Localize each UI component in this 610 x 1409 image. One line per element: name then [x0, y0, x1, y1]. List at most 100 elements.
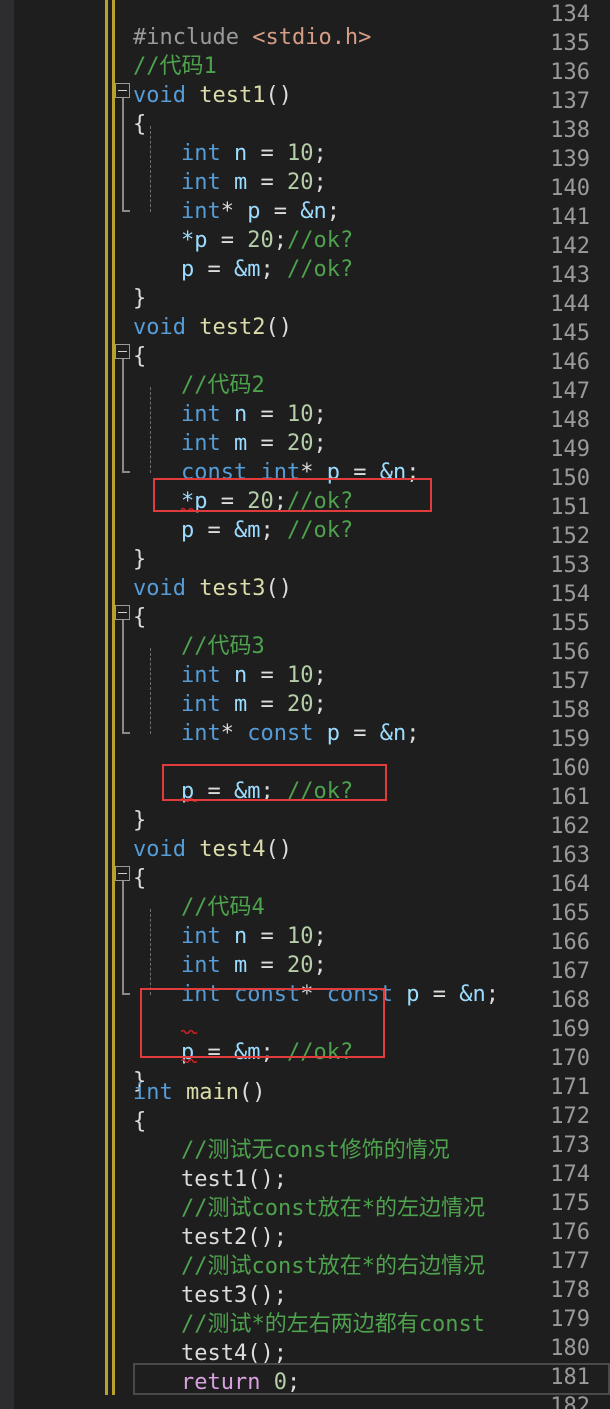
token-semicolon: ; — [326, 199, 340, 224]
token-function-call: test2 — [181, 1225, 248, 1250]
code-line-159[interactable]: int* const p = &n; — [133, 719, 419, 748]
code-line-172[interactable]: int main() — [133, 1078, 265, 1107]
token-variable: n — [220, 141, 261, 166]
token-keyword: void — [133, 83, 186, 108]
code-line-139[interactable]: int n = 10; — [133, 139, 327, 168]
token-variable: n — [220, 924, 261, 949]
code-line-165[interactable]: //代码4 — [133, 893, 265, 922]
code-line-146[interactable]: { — [133, 342, 146, 371]
code-line-163[interactable]: void test4() — [133, 835, 292, 864]
code-line-148[interactable]: int n = 10; — [133, 400, 327, 429]
token-function-name: test4 — [185, 837, 266, 862]
token-variable: m — [220, 953, 261, 978]
code-line-144[interactable]: } — [133, 284, 146, 313]
token-operator: = — [260, 402, 287, 427]
token-semicolon: ; — [260, 1040, 287, 1065]
token-comment: //ok? — [287, 779, 354, 804]
code-line-135[interactable]: #include <stdio.h> — [133, 23, 371, 52]
token-keyword: int — [181, 924, 221, 949]
code-line-155[interactable]: { — [133, 603, 146, 632]
code-line-150[interactable]: const int* p = &n; — [133, 458, 419, 487]
token-brace: { — [133, 605, 147, 630]
token-semicolon: ; — [260, 257, 287, 282]
token-semicolon: ; — [313, 431, 327, 456]
token-number: 0 — [273, 1370, 287, 1395]
token-function-name: test2 — [185, 315, 266, 340]
token-keyword: int — [181, 663, 221, 688]
token-operator: = — [273, 199, 301, 224]
token-comment: //代码2 — [181, 373, 265, 398]
token-parens: () — [265, 837, 292, 862]
token-operator: = — [260, 692, 287, 717]
token-deref: *p — [181, 228, 221, 253]
code-line-145[interactable]: void test2() — [133, 313, 292, 342]
token-number: 20 — [287, 170, 314, 195]
token-keyword-const: const — [326, 982, 407, 1007]
token-semicolon: ; — [273, 1225, 287, 1250]
token-semicolon: ; — [286, 1370, 301, 1395]
code-line-174[interactable]: //测试无const修饰的情况 — [133, 1136, 450, 1165]
token-semicolon: ; — [273, 1167, 287, 1192]
code-line-142[interactable]: *p = 20;//ok? — [133, 226, 353, 255]
code-line-167[interactable]: int m = 20; — [133, 951, 327, 980]
token-include-header: <stdio.h> — [252, 25, 372, 50]
code-line-180[interactable]: //测试*的左右两边都有const — [133, 1310, 485, 1339]
code-line-138[interactable]: { — [133, 110, 146, 139]
token-parens: () — [247, 1283, 274, 1308]
code-line-156[interactable]: //代码3 — [133, 632, 265, 661]
code-line-182[interactable]: return 0; — [133, 1368, 300, 1397]
token-semicolon: ; — [313, 141, 327, 166]
code-line-161[interactable]: p = &m; //ok? — [133, 777, 353, 806]
code-text-layer[interactable]: #include <stdio.h> //代码1 void test1() { … — [0, 0, 610, 1409]
token-semicolon: ; — [313, 692, 327, 717]
token-pointer-star: * — [300, 460, 327, 485]
token-keyword: int — [181, 402, 221, 427]
code-line-158[interactable]: int m = 20; — [133, 690, 327, 719]
code-line-175[interactable]: test1(); — [133, 1165, 287, 1194]
token-comment: //ok? — [287, 228, 354, 253]
token-operator: = — [207, 257, 234, 282]
code-line-178[interactable]: //测试const放在*的右边情况 — [133, 1252, 485, 1281]
code-line-181[interactable]: test4(); — [133, 1339, 287, 1368]
token-operator: = — [353, 460, 380, 485]
code-line-140[interactable]: int m = 20; — [133, 168, 327, 197]
code-line-147[interactable]: //代码2 — [133, 371, 265, 400]
code-line-141[interactable]: int* p = &n; — [133, 197, 340, 226]
code-line-153[interactable]: } — [133, 545, 146, 574]
code-line-170[interactable]: p = &m; //ok? — [133, 1038, 353, 1067]
token-variable: m — [220, 692, 261, 717]
code-line-154[interactable]: void test3() — [133, 574, 292, 603]
code-line-162[interactable]: } — [133, 806, 146, 835]
token-semicolon: ; — [313, 953, 327, 978]
code-line-177[interactable]: test2(); — [133, 1223, 287, 1252]
token-semicolon: ; — [273, 1283, 287, 1308]
token-brace: { — [133, 112, 147, 137]
code-line-136[interactable]: //代码1 — [133, 52, 217, 81]
code-line-166[interactable]: int n = 10; — [133, 922, 327, 951]
token-brace: } — [133, 547, 147, 572]
code-line-137[interactable]: void test1() — [133, 81, 292, 110]
code-line-149[interactable]: int m = 20; — [133, 429, 327, 458]
token-address-of: &m — [234, 518, 261, 543]
code-line-152[interactable]: p = &m; //ok? — [133, 516, 353, 545]
token-parens: () — [238, 1080, 266, 1105]
code-line-151[interactable]: *p = 20;//ok? — [133, 487, 353, 516]
token-address-of: &n — [379, 460, 407, 485]
token-semicolon: ; — [406, 721, 420, 746]
token-keyword: int — [181, 431, 221, 456]
token-brace: { — [133, 866, 147, 891]
code-line-173[interactable]: { — [133, 1107, 146, 1136]
token-keyword-const: const — [181, 460, 261, 485]
token-operator: = — [260, 431, 287, 456]
token-semicolon: ; — [273, 228, 287, 253]
code-editor[interactable]: 134 135 136 137 138 139 140 141 142 143 144 145 146 1… — [0, 0, 610, 1409]
token-semicolon: ; — [406, 460, 420, 485]
token-operator: = — [207, 779, 234, 804]
code-line-176[interactable]: //测试const放在*的左边情况 — [133, 1194, 485, 1223]
code-line-157[interactable]: int n = 10; — [133, 661, 327, 690]
code-line-179[interactable]: test3(); — [133, 1281, 287, 1310]
token-function-call: test4 — [181, 1341, 248, 1366]
code-line-164[interactable]: { — [133, 864, 146, 893]
code-line-168[interactable]: int const* const p = &n; — [133, 980, 499, 1009]
code-line-143[interactable]: p = &m; //ok? — [133, 255, 353, 284]
